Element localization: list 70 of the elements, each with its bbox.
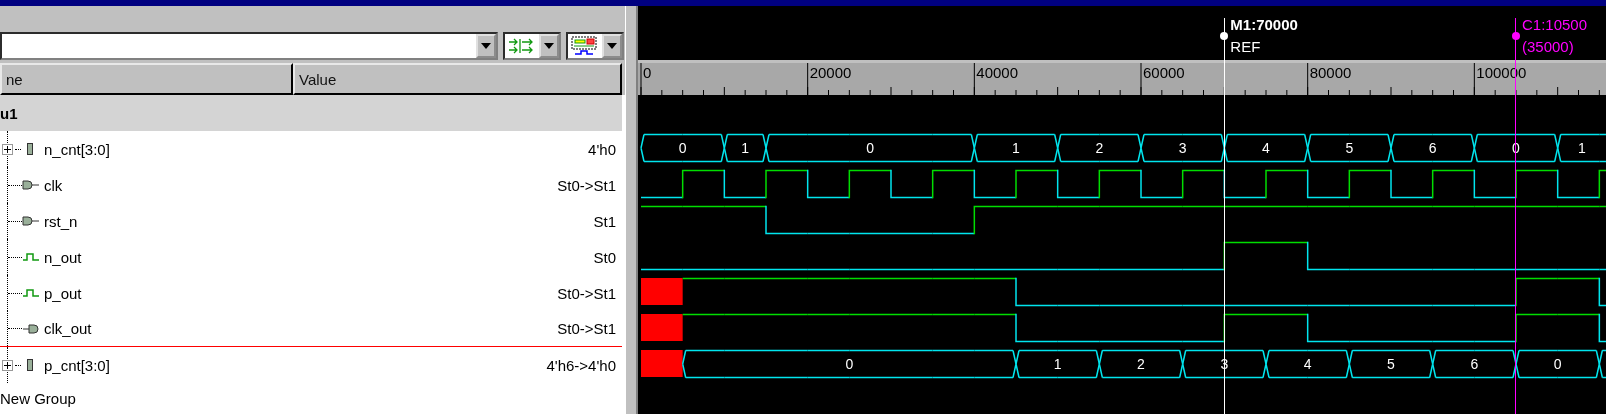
bus-value: 1 [1053, 356, 1062, 372]
signal-name[interactable]: n_cnt[3:0] [44, 140, 110, 158]
bus-value: 1 [1012, 140, 1020, 156]
bus-icon [27, 359, 33, 371]
expand-toggle[interactable] [2, 143, 13, 155]
group-name[interactable]: New Group [0, 390, 76, 407]
signal-name[interactable]: p_cnt[3:0] [44, 356, 110, 374]
cursor-line[interactable] [1223, 18, 1225, 414]
ruler-label: 60000 [1143, 65, 1185, 80]
pulse-icon [22, 252, 40, 262]
bus-value: 6 [1428, 140, 1437, 156]
bus-value: 1 [1577, 140, 1586, 156]
caret-icon [481, 43, 491, 49]
signal-name[interactable]: n_out [44, 248, 82, 266]
bus-value: 0 [678, 140, 687, 156]
input-port-icon [22, 180, 40, 190]
marker-note: REF [1230, 38, 1261, 55]
bus-value: 6 [1470, 356, 1479, 372]
signal-name[interactable]: p_out [44, 284, 82, 302]
display-combo[interactable] [566, 32, 624, 60]
bus-value: 0 [1553, 356, 1562, 372]
filter-combo[interactable] [503, 32, 561, 60]
caret-icon [544, 43, 554, 49]
bus-value: 4 [1262, 140, 1270, 156]
arrows-icon [508, 38, 534, 54]
signal-value: St0 [593, 248, 616, 266]
column-header[interactable]: Value [293, 63, 622, 95]
dropdown-button[interactable] [602, 34, 622, 58]
group-name: u1 [0, 104, 18, 122]
signal-bars-icon [571, 36, 597, 56]
cursor-line[interactable] [1515, 18, 1517, 414]
signal-value: St1 [593, 212, 616, 230]
bus-value: 2 [1137, 356, 1145, 372]
ruler-label: 0 [643, 65, 652, 80]
pane-splitter[interactable] [625, 6, 638, 414]
bus-value: 0 [845, 356, 854, 372]
bus-icon [27, 143, 33, 155]
marker-label: C1:10500 [1521, 16, 1587, 33]
bus-value: 2 [1095, 140, 1104, 156]
ruler-label: 80000 [1309, 65, 1352, 80]
signal-value: St0->St1 [557, 176, 616, 194]
bus-value: 1 [741, 140, 750, 156]
signal-value: 4'h0 [588, 140, 616, 158]
bus-value: 0 [866, 140, 875, 156]
signal-value: St0->St1 [557, 320, 616, 337]
column-header[interactable]: ne [0, 63, 293, 95]
bus-value: 4 [1303, 356, 1312, 372]
cursor-handle[interactable] [1511, 32, 1520, 40]
signal-name[interactable]: rst_n [44, 212, 78, 230]
dropdown-button[interactable] [539, 34, 559, 58]
signal-name[interactable]: clk_out [44, 320, 92, 337]
output-port-icon [22, 323, 40, 334]
signal-value: St0->St1 [557, 284, 616, 302]
ruler-label: 20000 [809, 65, 852, 80]
cursor-handle[interactable] [1220, 32, 1229, 40]
input-port-icon [22, 216, 40, 226]
dropdown-button[interactable] [476, 34, 496, 58]
bus-value: 5 [1345, 140, 1354, 156]
signal-combo-field[interactable] [0, 32, 498, 60]
caret-icon [607, 43, 617, 49]
ruler-label: 40000 [976, 65, 1019, 80]
bus-value: 5 [1387, 356, 1395, 372]
bus-value: 3 [1178, 140, 1187, 156]
pulse-icon [22, 288, 40, 298]
signal-value: 4'h6->4'h0 [546, 356, 616, 374]
group-row[interactable]: u1 [0, 95, 622, 131]
expand-toggle[interactable] [2, 359, 13, 371]
marker-label: M1:70000 [1230, 16, 1298, 33]
marker-note: (35000) [1521, 38, 1574, 55]
signal-name[interactable]: clk [44, 176, 63, 194]
